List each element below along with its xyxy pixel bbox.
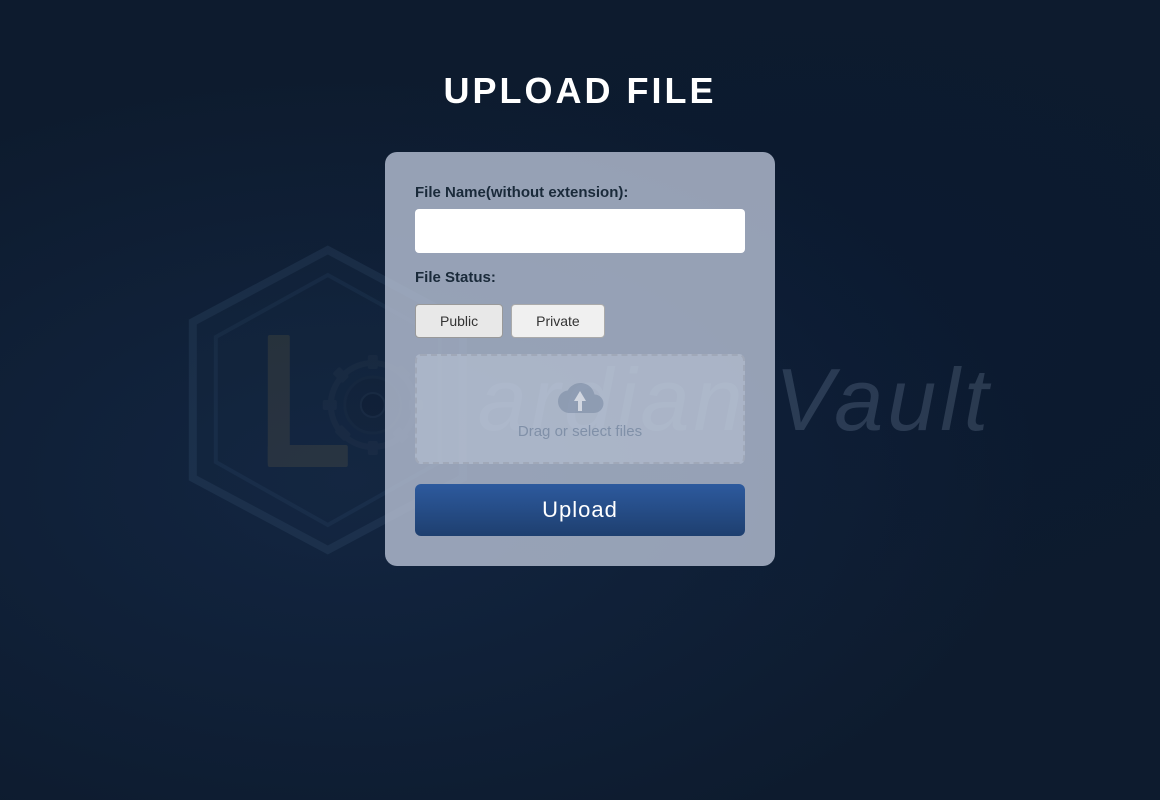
file-name-section: File Name(without extension):: [415, 184, 745, 253]
cloud-upload-icon: [556, 379, 604, 417]
status-private-button[interactable]: Private: [511, 304, 605, 338]
file-status-label: File Status:: [415, 269, 745, 286]
drop-zone[interactable]: Drag or select files: [415, 354, 745, 464]
drop-zone-text: Drag or select files: [518, 423, 642, 440]
file-name-label: File Name(without extension):: [415, 184, 745, 201]
file-status-section: File Status: Public Private: [415, 269, 745, 338]
upload-button[interactable]: Upload: [415, 484, 745, 536]
drop-zone-content: Drag or select files: [518, 379, 642, 440]
status-buttons: Public Private: [415, 304, 745, 338]
upload-card: File Name(without extension): File Statu…: [385, 152, 775, 566]
page-title: UPLOAD FILE: [444, 70, 717, 112]
file-name-input[interactable]: [415, 209, 745, 253]
status-public-button[interactable]: Public: [415, 304, 503, 338]
